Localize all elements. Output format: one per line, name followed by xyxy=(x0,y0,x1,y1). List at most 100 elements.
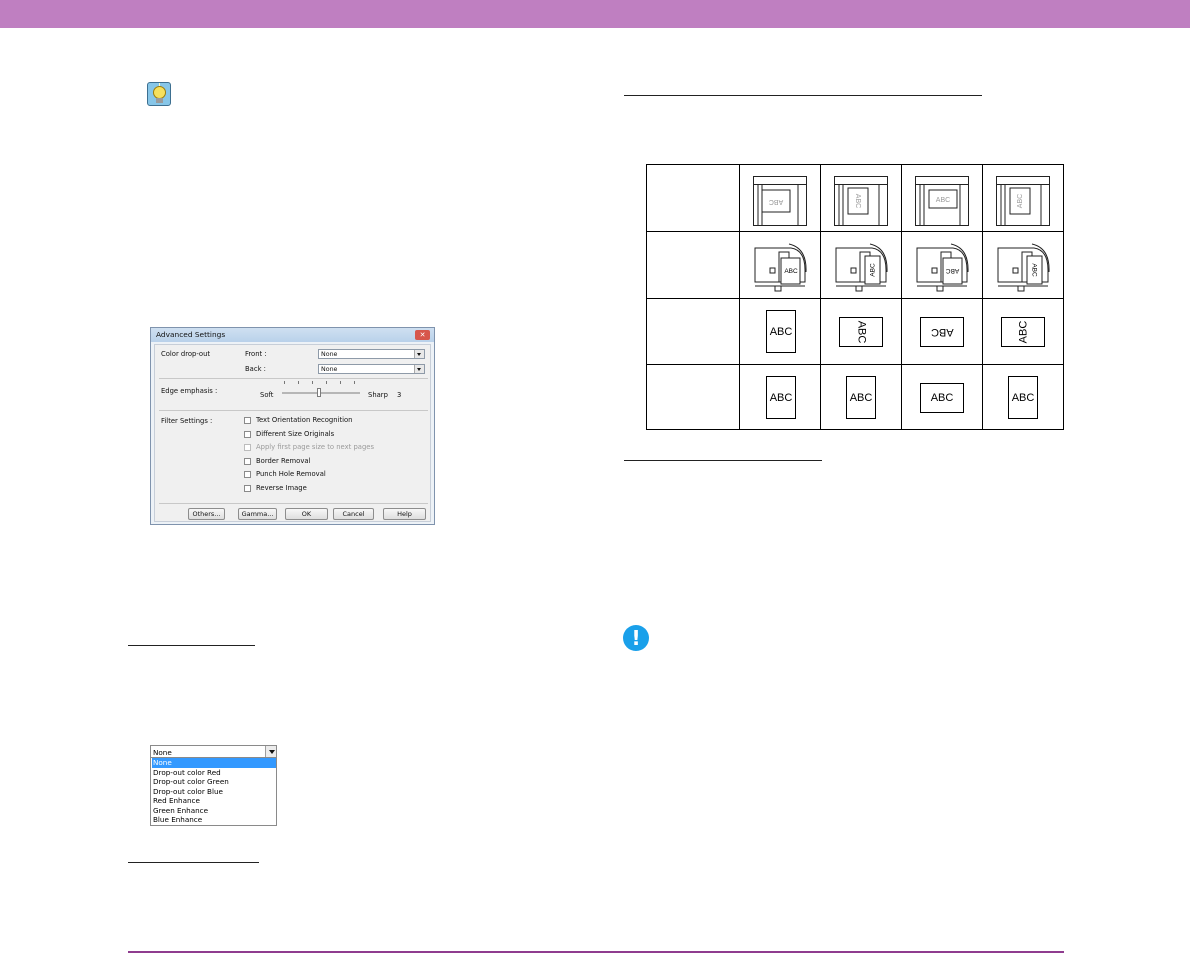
advanced-settings-dialog: Advanced Settings ✕ Color drop-out Front… xyxy=(150,327,435,525)
filter-checkbox[interactable] xyxy=(244,430,251,438)
slider-tick xyxy=(340,381,341,384)
table-gridline xyxy=(901,165,902,429)
document-text: ABC xyxy=(854,194,861,208)
filter-checkbox[interactable] xyxy=(244,471,251,479)
row-label-cell xyxy=(647,298,739,364)
color-dropout-dropdown[interactable]: None None Drop-out color Red Drop-out co… xyxy=(150,745,277,826)
slider-track xyxy=(282,392,360,394)
flatbed-placement-diagram: ABC xyxy=(753,176,807,226)
filter-checkbox-row[interactable]: Punch Hole Removal xyxy=(244,470,429,480)
filter-checkbox-row[interactable]: Text Orientation Recognition xyxy=(244,416,429,426)
filter-checkbox[interactable] xyxy=(244,417,251,424)
scanned-page-thumbnail: ABC xyxy=(920,317,964,347)
dropdown-selected[interactable]: None xyxy=(151,746,276,758)
row-label-cell xyxy=(647,231,739,298)
edge-emphasis-label: Edge emphasis : xyxy=(161,387,218,395)
section-rule xyxy=(624,460,822,461)
gamma-button[interactable]: Gamma... xyxy=(238,508,277,520)
dropdown-option[interactable]: Drop-out color Red xyxy=(152,768,276,778)
sharp-label: Sharp xyxy=(368,391,388,399)
document-text: ABC xyxy=(849,391,873,404)
section-rule xyxy=(128,645,255,646)
dialog-title: Advanced Settings xyxy=(156,330,226,339)
filter-checkbox xyxy=(244,444,251,452)
chevron-down-icon[interactable] xyxy=(414,350,424,358)
filter-settings-label: Filter Settings : xyxy=(161,417,213,425)
dropdown-option[interactable]: Red Enhance xyxy=(152,796,276,806)
filter-checkbox-list: Text Orientation Recognition Different Si… xyxy=(244,416,429,506)
divider xyxy=(159,378,428,379)
slider-tick xyxy=(298,381,299,384)
slider-tick xyxy=(312,381,313,384)
document-text: ABC xyxy=(1031,263,1038,277)
back-dropout-value: None xyxy=(321,366,338,373)
dropdown-option[interactable]: Drop-out color Blue xyxy=(152,787,276,797)
edge-emphasis-slider[interactable] xyxy=(282,381,360,397)
slider-tick xyxy=(284,381,285,384)
filter-checkbox[interactable] xyxy=(244,485,251,492)
front-label: Front : xyxy=(245,350,267,358)
document-text: ABC xyxy=(930,326,954,338)
front-dropout-value: None xyxy=(321,351,338,358)
slider-thumb[interactable] xyxy=(317,388,321,397)
slider-tick xyxy=(326,381,327,384)
back-label: Back : xyxy=(245,365,266,373)
dropdown-option[interactable]: Green Enhance xyxy=(152,806,276,816)
corrected-page-thumbnail: ABC xyxy=(766,376,796,419)
close-icon[interactable]: ✕ xyxy=(415,330,430,340)
table-gridline xyxy=(982,165,983,429)
divider xyxy=(159,410,428,411)
chevron-down-icon[interactable] xyxy=(265,746,276,757)
flatbed-placement-diagram: ABC xyxy=(834,176,888,226)
document-text: ABC xyxy=(870,263,877,277)
front-dropout-select[interactable]: None xyxy=(318,349,425,359)
filter-checkbox-label: Different Size Originals xyxy=(256,429,335,438)
row-label-cell xyxy=(647,364,739,429)
others-button[interactable]: Others... xyxy=(188,508,225,520)
filter-checkbox-label: Reverse Image xyxy=(256,484,307,492)
row-label-cell xyxy=(647,165,739,231)
table-gridline xyxy=(739,165,740,429)
lightbulb-tip-icon xyxy=(147,82,171,106)
ok-button[interactable]: OK xyxy=(285,508,328,520)
help-button[interactable]: Help xyxy=(383,508,426,520)
document-text: ABC xyxy=(946,267,960,274)
document-text: ABC xyxy=(936,197,950,204)
chevron-down-icon[interactable] xyxy=(414,365,424,373)
filter-checkbox-row[interactable]: Border Removal xyxy=(244,457,429,467)
feeder-placement-diagram: ABC xyxy=(835,243,888,292)
document-text: ABC xyxy=(769,198,783,205)
document-text: ABC xyxy=(1017,320,1029,344)
cancel-button[interactable]: Cancel xyxy=(333,508,374,520)
dropdown-option[interactable]: None xyxy=(152,758,276,768)
filter-checkbox-row[interactable]: Apply first page size to next pages xyxy=(244,443,429,453)
document-text: ABC xyxy=(1017,194,1024,208)
document-text: ABC xyxy=(769,325,793,338)
feeder-placement-diagram: ABC xyxy=(916,243,969,292)
table-gridline xyxy=(820,165,821,429)
filter-checkbox-row[interactable]: Different Size Originals xyxy=(244,430,429,440)
dropdown-option[interactable]: Blue Enhance xyxy=(152,815,276,825)
corrected-page-thumbnail: ABC xyxy=(846,376,876,419)
dialog-body: Color drop-out Front : None Back : None … xyxy=(154,344,431,522)
filter-checkbox[interactable] xyxy=(244,457,251,465)
orientation-table: ABC ABC ABC ABC ABC ABC ABC ABC ABC ABC … xyxy=(646,164,1064,430)
divider xyxy=(159,503,428,504)
document-text: ABC xyxy=(930,392,954,404)
filter-checkbox-label: Border Removal xyxy=(256,456,311,465)
dropdown-option[interactable]: Drop-out color Green xyxy=(152,777,276,787)
scanned-page-thumbnail: ABC xyxy=(1001,317,1045,347)
exclamation-caution-icon: ! xyxy=(623,625,649,651)
corrected-page-thumbnail: ABC xyxy=(920,383,964,413)
tip-icon-base xyxy=(156,98,163,103)
color-dropout-label: Color drop-out xyxy=(161,350,211,358)
filter-checkbox-label: Punch Hole Removal xyxy=(256,470,326,479)
flatbed-placement-diagram: ABC xyxy=(915,176,969,226)
back-dropout-select[interactable]: None xyxy=(318,364,425,374)
filter-checkbox-label: Text Orientation Recognition xyxy=(256,416,353,424)
document-text: ABC xyxy=(769,391,793,404)
edge-value: 3 xyxy=(397,391,402,399)
dialog-title-bar: Advanced Settings ✕ xyxy=(151,328,434,342)
feeder-placement-diagram: ABC xyxy=(754,243,807,292)
filter-checkbox-row[interactable]: Reverse Image xyxy=(244,484,429,494)
